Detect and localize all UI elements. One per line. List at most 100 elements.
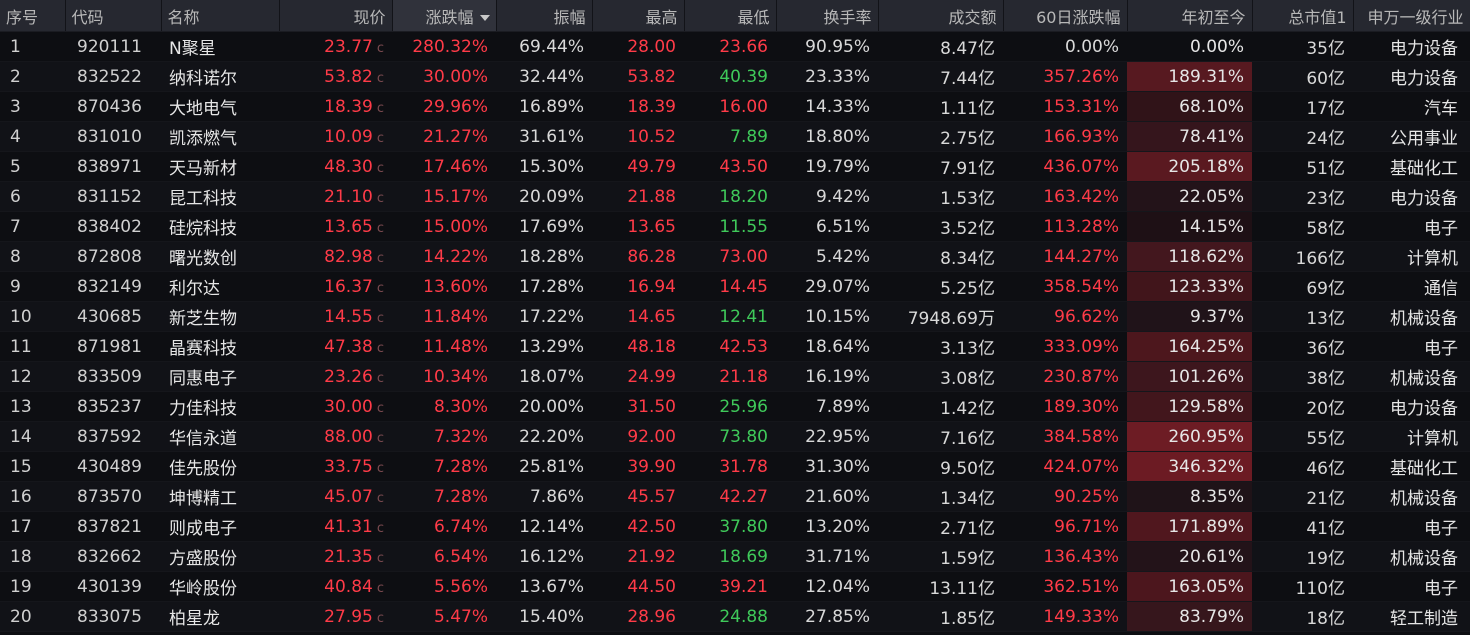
table-row[interactable]: 7 838402 硅烷科技 13.65 c 15.00% 17.69% 13.65 11.55 6…: [0, 211, 1470, 242]
cell-price: 40.84 c: [279, 571, 392, 602]
cell-name[interactable]: 坤博精工: [161, 481, 279, 512]
table-row[interactable]: 4 831010 凯添燃气 10.09 c 21.27% 31.61% 10.52 7.89 18…: [0, 121, 1470, 152]
table-row[interactable]: 10 430685 新芝生物 14.55 c 11.84% 17.22% 14.65 12.41…: [0, 301, 1470, 332]
table-row[interactable]: 19 430139 华岭股份 40.84 c 5.56% 13.67% 44.50 39.21 1…: [0, 571, 1470, 602]
cell-price: 30.00 c: [279, 391, 392, 422]
table-row[interactable]: 15 430489 佳先股份 33.75 c 7.28% 25.81% 39.90 31.78 3…: [0, 451, 1470, 482]
cell-volume-amount: 1.11亿: [878, 91, 1003, 122]
table-row[interactable]: 12 833509 同惠电子 23.26 c 10.34% 18.07% 24.99 21.18…: [0, 361, 1470, 392]
cell-industry: 计算机: [1353, 421, 1470, 452]
cell-price: 88.00 c: [279, 421, 392, 452]
table-row[interactable]: 18 832662 方盛股份 21.35 c 6.54% 16.12% 21.92 18.69 3…: [0, 541, 1470, 572]
cell-change-pct: 8.30%: [392, 391, 496, 422]
column-header-price[interactable]: 现价: [279, 0, 393, 32]
table-body: 1 920111 N聚星 23.77 c 280.32% 69.44% 28.00 23.66 9…: [0, 31, 1470, 632]
table-row[interactable]: 5 838971 天马新材 48.30 c 17.46% 15.30% 49.79 43.50 1…: [0, 151, 1470, 182]
cell-seq: 4: [0, 121, 65, 152]
cell-60d-change: 149.33%: [1003, 601, 1127, 632]
price-value: 21.35: [324, 546, 373, 567]
cell-volume-amount: 2.75亿: [878, 121, 1003, 152]
cell-turnover-rate: 16.19%: [776, 361, 878, 392]
table-row[interactable]: 3 870436 大地电气 18.39 c 29.96% 16.89% 18.39 16.00 1…: [0, 91, 1470, 122]
column-header-amplitude[interactable]: 振幅: [496, 0, 593, 32]
column-header-volume-amount[interactable]: 成交额: [878, 0, 1004, 32]
cell-ytd: 0.00%: [1127, 31, 1252, 62]
cell-60d-change: 163.42%: [1003, 181, 1127, 212]
cell-name[interactable]: N聚星: [161, 31, 279, 62]
price-value: 41.31: [324, 516, 373, 537]
column-header-seq[interactable]: 序号: [0, 0, 66, 32]
cell-price: 48.30 c: [279, 151, 392, 182]
table-row[interactable]: 1 920111 N聚星 23.77 c 280.32% 69.44% 28.00 23.66 9…: [0, 31, 1470, 62]
table-row[interactable]: 2 832522 纳科诺尔 53.82 c 30.00% 32.44% 53.82 40.39 2…: [0, 61, 1470, 92]
cell-name[interactable]: 大地电气: [161, 91, 279, 122]
table-row[interactable]: 6 831152 昆工科技 21.10 c 15.17% 20.09% 21.88 18.20 9…: [0, 181, 1470, 212]
cell-name[interactable]: 新芝生物: [161, 301, 279, 332]
column-header-industry[interactable]: 申万一级行业: [1353, 0, 1470, 32]
cell-name[interactable]: 硅烷科技: [161, 211, 279, 242]
cell-industry: 汽车: [1353, 91, 1470, 122]
cell-market-cap: 13亿: [1252, 301, 1353, 332]
cell-high: 49.79: [592, 151, 684, 182]
cell-code: 872808: [65, 241, 161, 272]
table-row[interactable]: 13 835237 力佳科技 30.00 c 8.30% 20.00% 31.50 25.96 7…: [0, 391, 1470, 422]
cell-name[interactable]: 天马新材: [161, 151, 279, 182]
column-header-high[interactable]: 最高: [592, 0, 685, 32]
column-header-code[interactable]: 代码: [65, 0, 162, 32]
cell-name[interactable]: 同惠电子: [161, 361, 279, 392]
price-value: 27.95: [324, 606, 373, 627]
cell-volume-amount: 7.44亿: [878, 61, 1003, 92]
cell-name[interactable]: 柏星龙: [161, 601, 279, 632]
table-row[interactable]: 16 873570 坤博精工 45.07 c 7.28% 7.86% 45.57 42.27 21…: [0, 481, 1470, 512]
cell-name[interactable]: 佳先股份: [161, 451, 279, 482]
column-header-change-pct[interactable]: 涨跌幅: [392, 0, 497, 32]
cell-ytd: 22.05%: [1127, 181, 1252, 212]
cell-code: 430489: [65, 451, 161, 482]
cell-ytd: 129.58%: [1127, 391, 1252, 422]
cell-name[interactable]: 力佳科技: [161, 391, 279, 422]
price-value: 23.77: [324, 36, 373, 57]
cell-name[interactable]: 方盛股份: [161, 541, 279, 572]
cell-ytd: 118.62%: [1127, 241, 1252, 272]
cell-ytd: 101.26%: [1127, 361, 1252, 392]
cell-60d-change: 189.30%: [1003, 391, 1127, 422]
column-header-turnover-rate[interactable]: 换手率: [776, 0, 879, 32]
column-header-name[interactable]: 名称: [161, 0, 280, 32]
cell-price: 53.82 c: [279, 61, 392, 92]
cell-name[interactable]: 利尔达: [161, 271, 279, 302]
cell-ytd: 163.05%: [1127, 571, 1252, 602]
cell-high: 21.92: [592, 541, 684, 572]
table-row[interactable]: 20 833075 柏星龙 27.95 c 5.47% 15.40% 28.96 24.88 27…: [0, 601, 1470, 632]
table-row[interactable]: 9 832149 利尔达 16.37 c 13.60% 17.28% 16.94 14.45 29…: [0, 271, 1470, 302]
table-row[interactable]: 11 871981 晶赛科技 47.38 c 11.48% 13.29% 48.18 42.53…: [0, 331, 1470, 362]
cell-name[interactable]: 华信永道: [161, 421, 279, 452]
cell-industry: 电力设备: [1353, 181, 1470, 212]
table-row[interactable]: 17 837821 则成电子 41.31 c 6.74% 12.14% 42.50 37.80 1…: [0, 511, 1470, 542]
cell-name[interactable]: 则成电子: [161, 511, 279, 542]
cell-name[interactable]: 华岭股份: [161, 571, 279, 602]
cell-volume-amount: 8.34亿: [878, 241, 1003, 272]
column-header-low[interactable]: 最低: [684, 0, 777, 32]
cell-name[interactable]: 曙光数创: [161, 241, 279, 272]
cell-volume-amount: 3.13亿: [878, 331, 1003, 362]
cell-code: 838971: [65, 151, 161, 182]
column-header-market-cap[interactable]: 总市值1: [1252, 0, 1354, 32]
cell-industry: 电力设备: [1353, 61, 1470, 92]
column-header-ytd[interactable]: 年初至今: [1127, 0, 1253, 32]
cell-market-cap: 19亿: [1252, 541, 1353, 572]
cell-name[interactable]: 晶赛科技: [161, 331, 279, 362]
table-row[interactable]: 14 837592 华信永道 88.00 c 7.32% 22.20% 92.00 73.80 2…: [0, 421, 1470, 452]
cell-price: 16.37 c: [279, 271, 392, 302]
cell-low: 12.41: [684, 301, 776, 332]
cell-low: 16.00: [684, 91, 776, 122]
cell-industry: 电子: [1353, 511, 1470, 542]
cell-name[interactable]: 昆工科技: [161, 181, 279, 212]
cell-code: 833075: [65, 601, 161, 632]
price-value: 13.65: [324, 216, 373, 237]
column-header-60d-change[interactable]: 60日涨跌幅: [1003, 0, 1128, 32]
cell-high: 44.50: [592, 571, 684, 602]
table-row[interactable]: 8 872808 曙光数创 82.98 c 14.22% 18.28% 86.28 73.00 5…: [0, 241, 1470, 272]
cell-name[interactable]: 凯添燃气: [161, 121, 279, 152]
cell-name[interactable]: 纳科诺尔: [161, 61, 279, 92]
cell-change-pct: 21.27%: [392, 121, 496, 152]
